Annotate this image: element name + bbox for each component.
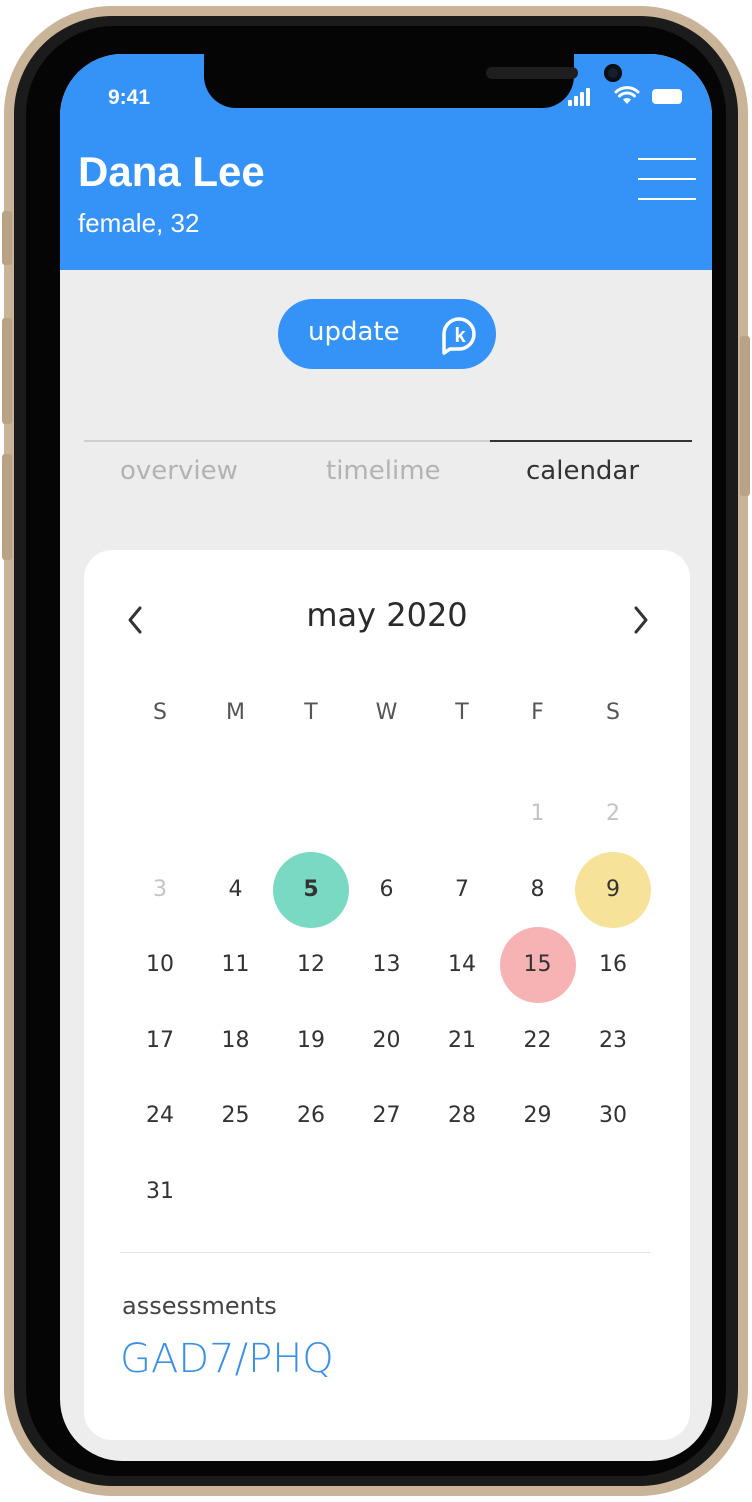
- mute-switch: [2, 211, 12, 265]
- calendar-day[interactable]: 11: [198, 927, 274, 1003]
- calendar-day[interactable]: 13: [349, 927, 425, 1003]
- calendar-day[interactable]: 18: [198, 1003, 274, 1079]
- calendar-day[interactable]: 31: [122, 1154, 198, 1230]
- calendar-day[interactable]: 28: [424, 1078, 500, 1154]
- calendar-day[interactable]: 16: [575, 927, 651, 1003]
- calendar-day[interactable]: 22: [500, 1003, 576, 1079]
- calendar-day[interactable]: 6: [349, 852, 425, 928]
- chevron-right-icon[interactable]: [624, 598, 658, 642]
- patient-name: Dana Lee: [78, 148, 265, 195]
- update-button-label: update: [308, 317, 400, 347]
- battery-icon: [652, 89, 682, 104]
- calendar-day[interactable]: 26: [273, 1078, 349, 1154]
- patient-details: female, 32: [78, 208, 200, 238]
- calendar-day[interactable]: 4: [198, 852, 274, 928]
- calendar-month-title: may 2020: [306, 596, 468, 634]
- calendar-day[interactable]: 19: [273, 1003, 349, 1079]
- assessments-link[interactable]: GAD7/PHQ: [120, 1336, 334, 1382]
- cellular-signal-icon: [568, 86, 590, 106]
- calendar-day[interactable]: 7: [424, 852, 500, 928]
- assessments-label: assessments: [122, 1292, 277, 1320]
- weekday-label: S: [153, 700, 167, 725]
- earpiece-speaker: [486, 67, 578, 79]
- calendar-day[interactable]: 17: [122, 1003, 198, 1079]
- tab-timelime[interactable]: timelime: [326, 456, 441, 486]
- tab-overview[interactable]: overview: [120, 456, 238, 486]
- calendar-day-marked[interactable]: 15: [499, 927, 576, 1003]
- weekday-label: T: [304, 700, 318, 725]
- calendar-day[interactable]: 30: [575, 1078, 651, 1154]
- calendar-day[interactable]: 24: [122, 1078, 198, 1154]
- calendar-day[interactable]: 2: [575, 776, 651, 852]
- weekday-label: M: [226, 700, 245, 725]
- status-icons: [568, 86, 688, 110]
- calendar-day[interactable]: 10: [122, 927, 198, 1003]
- phone-frame: 9:41 Dana Lee female, 32 update k overvi…: [2, 6, 750, 1496]
- calendar-day[interactable]: 20: [349, 1003, 425, 1079]
- weekday-label: W: [375, 700, 398, 725]
- device-notch: [204, 54, 622, 108]
- calendar-day[interactable]: 14: [424, 927, 500, 1003]
- svg-text:k: k: [454, 325, 466, 347]
- hamburger-menu-icon[interactable]: [638, 158, 696, 200]
- calendar-day[interactable]: 29: [500, 1078, 576, 1154]
- front-camera: [604, 64, 622, 82]
- calendar-day-marked[interactable]: 5: [273, 851, 349, 928]
- volume-up-button: [2, 318, 12, 424]
- power-button: [740, 336, 750, 496]
- update-button[interactable]: update k: [278, 299, 496, 369]
- calendar-day[interactable]: 23: [575, 1003, 651, 1079]
- calendar-day[interactable]: 1: [500, 776, 576, 852]
- calendar-day[interactable]: 25: [198, 1078, 274, 1154]
- calendar-card: may 2020 SMTWTFS 1 2 3 4 5 6 7 8 9 10 11 12 13 14 15 16…: [84, 550, 690, 1440]
- k-logo-icon: k: [442, 317, 476, 355]
- status-time: 9:41: [108, 86, 151, 109]
- calendar-day[interactable]: 27: [349, 1078, 425, 1154]
- calendar-day-marked[interactable]: 9: [575, 851, 651, 928]
- wifi-icon: [614, 86, 640, 104]
- volume-down-button: [2, 454, 12, 560]
- calendar-day[interactable]: 21: [424, 1003, 500, 1079]
- active-tab-indicator: [490, 440, 692, 442]
- weekday-label: T: [455, 700, 469, 725]
- card-divider: [120, 1252, 650, 1253]
- calendar-day[interactable]: 8: [500, 852, 576, 928]
- weekday-label: F: [531, 700, 544, 725]
- tab-calendar[interactable]: calendar: [526, 456, 639, 486]
- calendar-day[interactable]: 3: [122, 852, 198, 928]
- screen: 9:41 Dana Lee female, 32 update k overvi…: [60, 54, 712, 1461]
- weekday-label: S: [606, 700, 620, 725]
- calendar-day[interactable]: 12: [273, 927, 349, 1003]
